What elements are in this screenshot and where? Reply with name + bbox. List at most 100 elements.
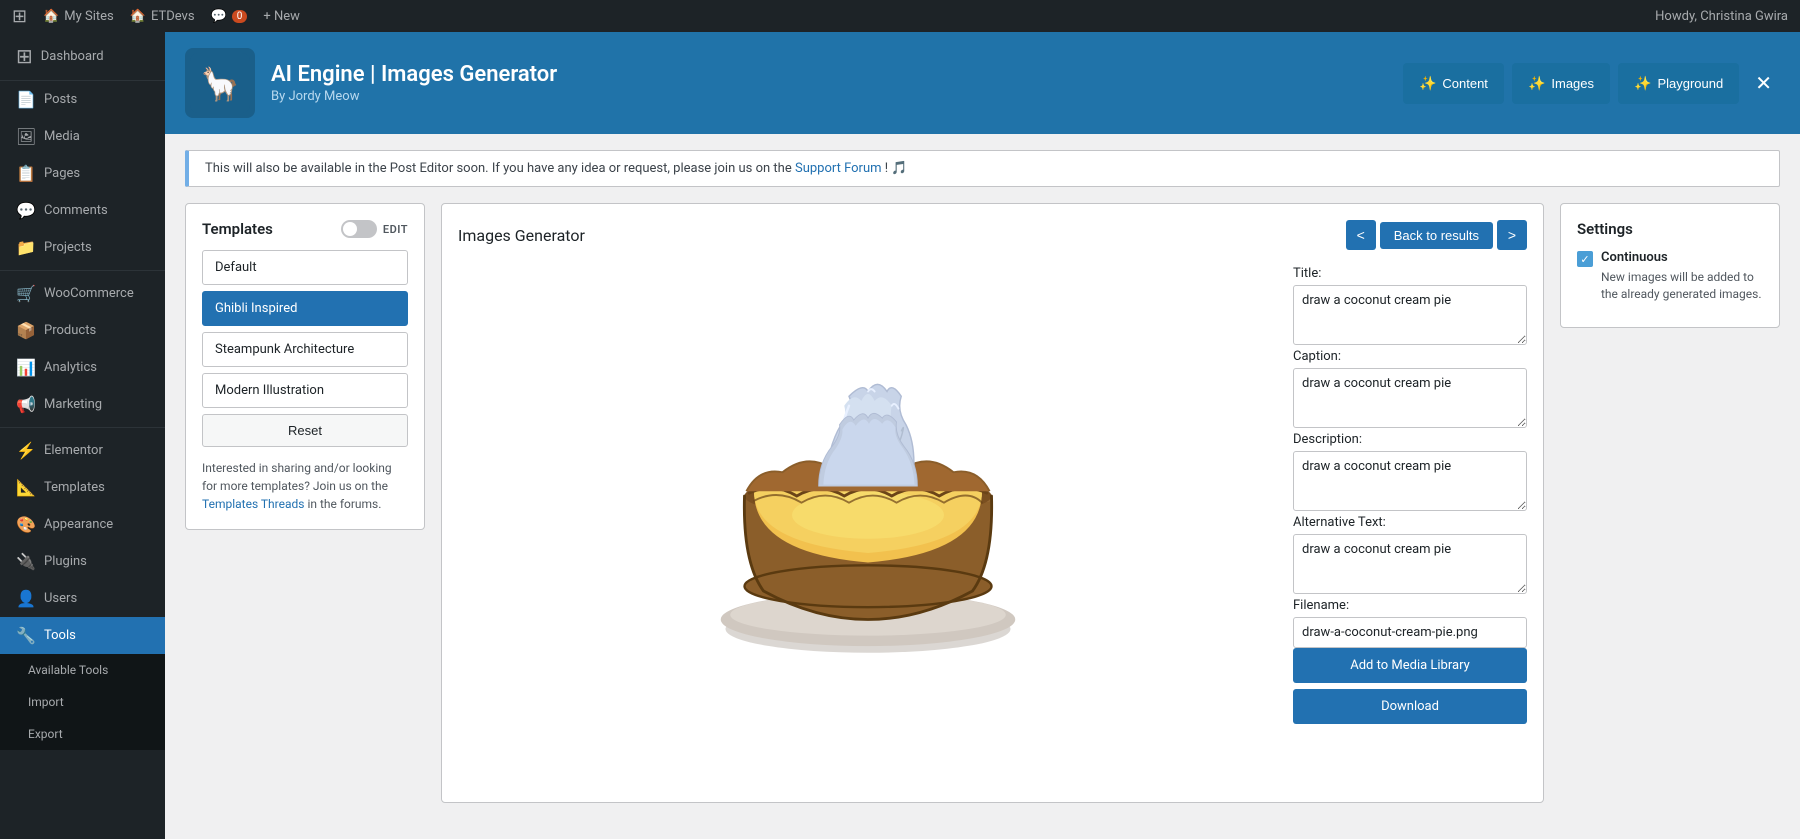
- sidebar-item-media[interactable]: 🖼 Media: [0, 118, 165, 155]
- settings-title: Settings: [1577, 220, 1763, 238]
- plugin-nav: ✨ Content ✨ Images ✨ Playground ✕: [1403, 63, 1780, 104]
- form-field-description: Description:: [1293, 432, 1527, 515]
- elementor-icon: ⚡: [16, 441, 36, 460]
- plugin-title-area: AI Engine | Images Generator By Jordy Me…: [271, 62, 1387, 104]
- template-item-ghibli[interactable]: Ghibli Inspired: [202, 291, 408, 326]
- generator-nav-buttons: < Back to results >: [1346, 220, 1527, 250]
- posts-icon: 📄: [16, 90, 36, 109]
- products-icon: 📦: [16, 321, 36, 340]
- sidebar-item-appearance[interactable]: 🎨 Appearance: [0, 506, 165, 543]
- image-display: [458, 266, 1277, 726]
- caption-label: Caption:: [1293, 349, 1527, 364]
- nav-close-button[interactable]: ✕: [1747, 63, 1780, 104]
- generator-image-col: [458, 266, 1277, 726]
- sidebar-submenu-tools: Available Tools Import Export: [0, 654, 165, 750]
- templates-panel: Templates EDIT Default Ghibli Inspired S…: [185, 203, 425, 530]
- template-item-default[interactable]: Default: [202, 250, 408, 285]
- woocommerce-icon: 🛒: [16, 284, 36, 303]
- settings-continuous-option: Continuous New images will be added to t…: [1577, 250, 1763, 303]
- adminbar-comments[interactable]: 💬 0: [211, 9, 248, 24]
- support-forum-link[interactable]: Support Forum: [795, 161, 882, 176]
- sidebar-item-projects[interactable]: 📁 Projects: [0, 229, 165, 266]
- nav-images-button[interactable]: ✨ Images: [1512, 63, 1610, 104]
- sidebar-item-analytics[interactable]: 📊 Analytics: [0, 349, 165, 386]
- edit-toggle-switch[interactable]: [341, 220, 377, 238]
- plugin-logo-svg: 🦙: [190, 53, 250, 113]
- settings-panel: Settings Continuous New images will be a…: [1560, 203, 1780, 328]
- nav-prev-button[interactable]: <: [1346, 220, 1376, 250]
- back-to-results-button[interactable]: Back to results: [1380, 222, 1493, 249]
- sidebar-item-import[interactable]: Import: [0, 686, 165, 718]
- plugin-logo: 🦙: [185, 48, 255, 118]
- pie-illustration: [678, 306, 1058, 686]
- sidebar-item-export[interactable]: Export: [0, 718, 165, 750]
- projects-icon: 📁: [16, 238, 36, 257]
- alt-label: Alternative Text:: [1293, 515, 1527, 530]
- sidebar-sep-2: [0, 427, 165, 428]
- adminbar-site[interactable]: 🏠 ETDevs: [130, 9, 195, 24]
- template-item-modern[interactable]: Modern Illustration: [202, 373, 408, 408]
- content-icon: ✨: [1419, 75, 1436, 92]
- templates-icon: 📐: [16, 478, 36, 497]
- plugin-header: 🦙 AI Engine | Images Generator By Jordy …: [165, 32, 1800, 134]
- marketing-icon: 📢: [16, 395, 36, 414]
- templates-header: Templates EDIT: [202, 220, 408, 238]
- pages-icon: 📋: [16, 164, 36, 183]
- nav-playground-button[interactable]: ✨ Playground: [1618, 63, 1739, 104]
- main-content: 🦙 AI Engine | Images Generator By Jordy …: [165, 32, 1800, 839]
- description-label: Description:: [1293, 432, 1527, 447]
- continuous-checkbox[interactable]: [1577, 251, 1593, 267]
- edit-toggle-label: EDIT: [383, 223, 408, 236]
- sidebar-item-users[interactable]: 👤 Users: [0, 580, 165, 617]
- filename-input[interactable]: [1293, 617, 1527, 648]
- alt-input[interactable]: [1293, 534, 1527, 594]
- form-field-filename: Filename:: [1293, 598, 1527, 648]
- sidebar-item-plugins[interactable]: 🔌 Plugins: [0, 543, 165, 580]
- sidebar-dashboard[interactable]: ⊞ Dashboard: [0, 32, 165, 81]
- templates-footer: Interested in sharing and/or looking for…: [202, 459, 408, 513]
- svg-text:🦙: 🦙: [200, 65, 240, 103]
- sidebar-item-elementor[interactable]: ⚡ Elementor: [0, 432, 165, 469]
- title-label: Title:: [1293, 266, 1527, 281]
- description-input[interactable]: [1293, 451, 1527, 511]
- template-item-steampunk[interactable]: Steampunk Architecture: [202, 332, 408, 367]
- info-bar: This will also be available in the Post …: [185, 150, 1780, 187]
- form-field-caption: Caption:: [1293, 349, 1527, 432]
- filename-label: Filename:: [1293, 598, 1527, 613]
- comments-icon: 💬: [16, 201, 36, 220]
- analytics-icon: 📊: [16, 358, 36, 377]
- users-icon: 👤: [16, 589, 36, 608]
- templates-threads-link[interactable]: Templates Threads: [202, 497, 304, 511]
- generator-form-col: Title: Caption: Description:: [1277, 266, 1527, 726]
- sidebar-item-woocommerce[interactable]: 🛒 WooCommerce: [0, 275, 165, 312]
- appearance-icon: 🎨: [16, 515, 36, 534]
- reset-button[interactable]: Reset: [202, 414, 408, 447]
- sidebar-item-products[interactable]: 📦 Products: [0, 312, 165, 349]
- sidebar-item-templates[interactable]: 📐 Templates: [0, 469, 165, 506]
- adminbar-my-sites[interactable]: 🏠 My Sites: [43, 9, 114, 24]
- templates-edit-toggle[interactable]: EDIT: [341, 220, 408, 238]
- sidebar-item-comments[interactable]: 💬 Comments: [0, 192, 165, 229]
- three-column-layout: Templates EDIT Default Ghibli Inspired S…: [185, 203, 1780, 803]
- form-field-title: Title:: [1293, 266, 1527, 349]
- download-button[interactable]: Download: [1293, 689, 1527, 724]
- nav-content-button[interactable]: ✨ Content: [1403, 63, 1504, 104]
- sidebar-item-pages[interactable]: 📋 Pages: [0, 155, 165, 192]
- plugin-title: AI Engine | Images Generator: [271, 62, 1387, 87]
- content-area: This will also be available in the Post …: [165, 134, 1800, 839]
- adminbar-wp-logo[interactable]: ⊞: [12, 6, 27, 27]
- sidebar-item-available-tools[interactable]: Available Tools: [0, 654, 165, 686]
- playground-icon: ✨: [1634, 75, 1651, 92]
- nav-next-button[interactable]: >: [1497, 220, 1527, 250]
- generator-title: Images Generator: [458, 226, 585, 245]
- add-to-media-library-button[interactable]: Add to Media Library: [1293, 648, 1527, 683]
- sidebar-item-posts[interactable]: 📄 Posts: [0, 81, 165, 118]
- sidebar-item-tools[interactable]: 🔧 Tools: [0, 617, 165, 654]
- continuous-desc: New images will be added to the already …: [1601, 269, 1763, 303]
- images-icon: ✨: [1528, 75, 1545, 92]
- admin-bar: ⊞ 🏠 My Sites 🏠 ETDevs 💬 0 + New Howdy, C…: [0, 0, 1800, 32]
- caption-input[interactable]: [1293, 368, 1527, 428]
- sidebar-item-marketing[interactable]: 📢 Marketing: [0, 386, 165, 423]
- adminbar-new[interactable]: + New: [263, 9, 300, 24]
- title-input[interactable]: [1293, 285, 1527, 345]
